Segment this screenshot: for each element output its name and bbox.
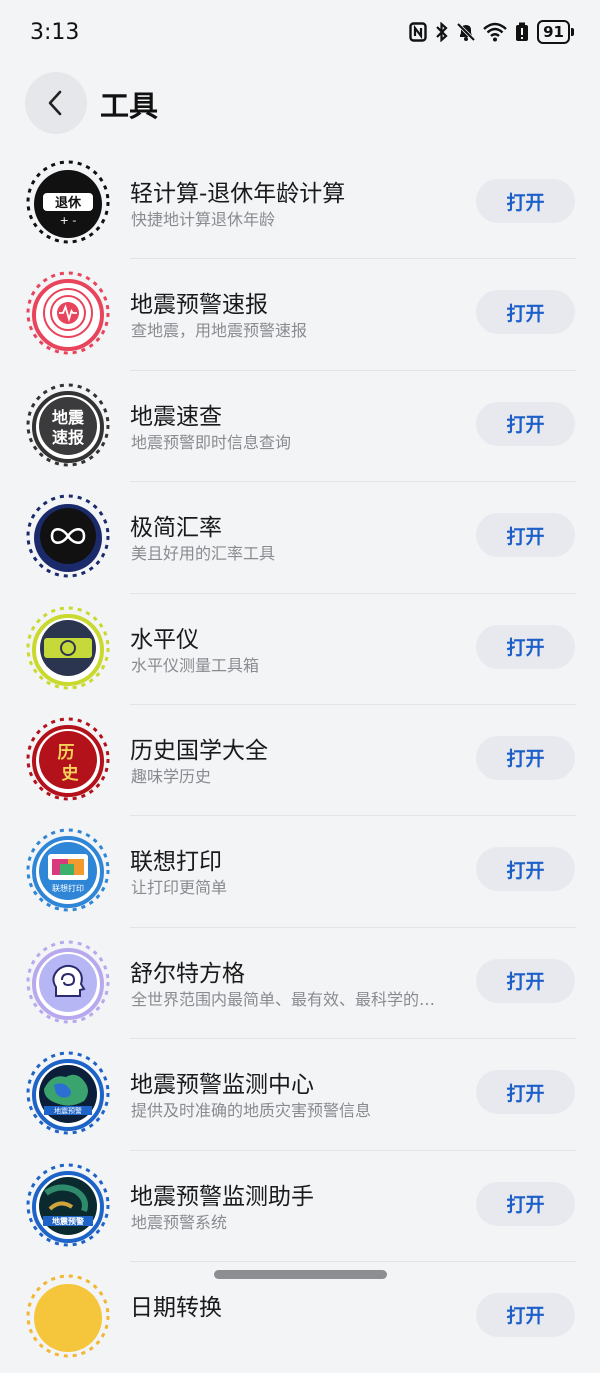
list-item[interactable]: 地震预警 地震预警监测助手 地震预警系统 打开 [0,1151,600,1262]
app-description: 查地震，用地震预警速报 [131,321,308,341]
app-description: 提供及时准确的地质灾害预警信息 [131,1101,372,1121]
list-item[interactable]: 极简汇率 美且好用的汇率工具 打开 [0,482,600,594]
status-bar: 3:13 91 [0,0,600,68]
icon-label: 地震预警 [54,1106,82,1115]
exchange-rate-icon [26,494,110,578]
icon-label: 地震预警 [52,1216,84,1226]
earthquake-monitor-center-icon: 地震预警 [26,1051,110,1135]
list-item[interactable]: 联想打印 联想打印 让打印更简单 打开 [0,816,600,928]
icon-label: 退休 [55,195,82,211]
earthquake-monitor-assistant-icon: 地震预警 [26,1163,110,1247]
open-button[interactable]: 打开 [476,1181,575,1226]
list-item[interactable]: 水平仪 水平仪测量工具箱 打开 [0,594,600,705]
open-button[interactable]: 打开 [476,401,575,446]
list-item[interactable]: 地震 速报 地震速查 地震预警即时信息查询 打开 [0,371,600,483]
app-name: 地震预警速报 [130,292,268,319]
icon-label: 地震 [52,408,85,427]
earthquake-alert-icon [26,271,110,355]
list-item[interactable]: 地震预警速报 查地震，用地震预警速报 打开 [0,259,600,371]
list-item[interactable]: 退休 + - 轻计算-退休年龄计算 快捷地计算退休年龄 打开 [0,148,600,260]
battery-alert-icon [516,22,529,41]
open-button[interactable]: 打开 [476,1292,575,1337]
app-description: 快捷地计算退休年龄 [131,210,276,229]
app-description: 全世界范围内最简单、最有效、最科学的注意力训练方法 [131,989,451,1009]
app-name: 地震预警监测助手 [130,1183,314,1210]
printer-icon: 联想打印 [26,828,110,912]
svg-text:+ -: + - [60,214,77,227]
app-description: 美且好用的汇率工具 [131,544,276,564]
app-name: 日期转换 [130,1294,222,1321]
app-description: 水平仪测量工具箱 [131,655,260,675]
open-button[interactable]: 打开 [476,513,575,558]
retirement-calculator-icon: 退休 + - [26,160,110,244]
date-convert-icon [26,1274,110,1358]
status-time: 3:13 [30,20,80,45]
spirit-level-icon [26,606,110,690]
list-item[interactable]: 舒尔特方格 全世界范围内最简单、最有效、最科学的注意力训练方法 打开 [0,928,600,1040]
open-button[interactable]: 打开 [476,1070,575,1115]
home-indicator[interactable] [214,1270,387,1279]
app-name: 地震预警监测中心 [130,1072,314,1099]
back-arrow-icon [48,90,62,116]
icon-label: 联想打印 [52,883,84,893]
earthquake-lookup-icon: 地震 速报 [26,383,110,467]
open-button[interactable]: 打开 [476,290,575,335]
status-icons: 91 [409,20,574,44]
app-name: 联想打印 [130,849,222,876]
battery-indicator: 91 [537,20,574,44]
open-button[interactable]: 打开 [476,624,575,669]
battery-level: 91 [537,20,570,44]
open-button[interactable]: 打开 [476,847,575,892]
icon-label: 史 [62,763,80,784]
brain-icon [26,940,110,1024]
wifi-icon [483,22,507,42]
list-item[interactable]: 地震预警 地震预警监测中心 提供及时准确的地质灾害预警信息 打开 [0,1039,600,1151]
page-header: 工具 [0,70,600,134]
app-description: 让打印更简单 [131,878,228,898]
app-name: 历史国学大全 [130,737,268,764]
battery-tip [571,28,574,36]
page-title: 工具 [100,89,159,123]
app-description: 地震预警系统 [131,1212,228,1232]
open-button[interactable]: 打开 [476,179,575,223]
icon-label: 速报 [52,428,84,447]
app-name: 地震速查 [130,403,222,430]
list-item[interactable]: 历 史 历史国学大全 趣味学历史 打开 [0,705,600,817]
back-button[interactable] [25,72,87,134]
history-icon: 历 史 [26,717,110,801]
app-name: 极简汇率 [130,515,222,542]
app-name: 水平仪 [130,626,199,653]
app-list: 退休 + - 轻计算-退休年龄计算 快捷地计算退休年龄 打开 地震预警速报 查地… [0,148,600,1373]
app-name: 轻计算-退休年龄计算 [130,181,346,207]
bluetooth-icon [436,22,448,42]
nfc-icon [409,22,427,42]
mute-bell-icon [457,22,476,42]
open-button[interactable]: 打开 [476,958,575,1003]
app-description: 趣味学历史 [131,766,212,786]
app-name: 舒尔特方格 [130,960,245,987]
open-button[interactable]: 打开 [476,735,575,780]
app-description: 地震预警即时信息查询 [131,432,292,452]
icon-label: 历 [58,743,75,763]
